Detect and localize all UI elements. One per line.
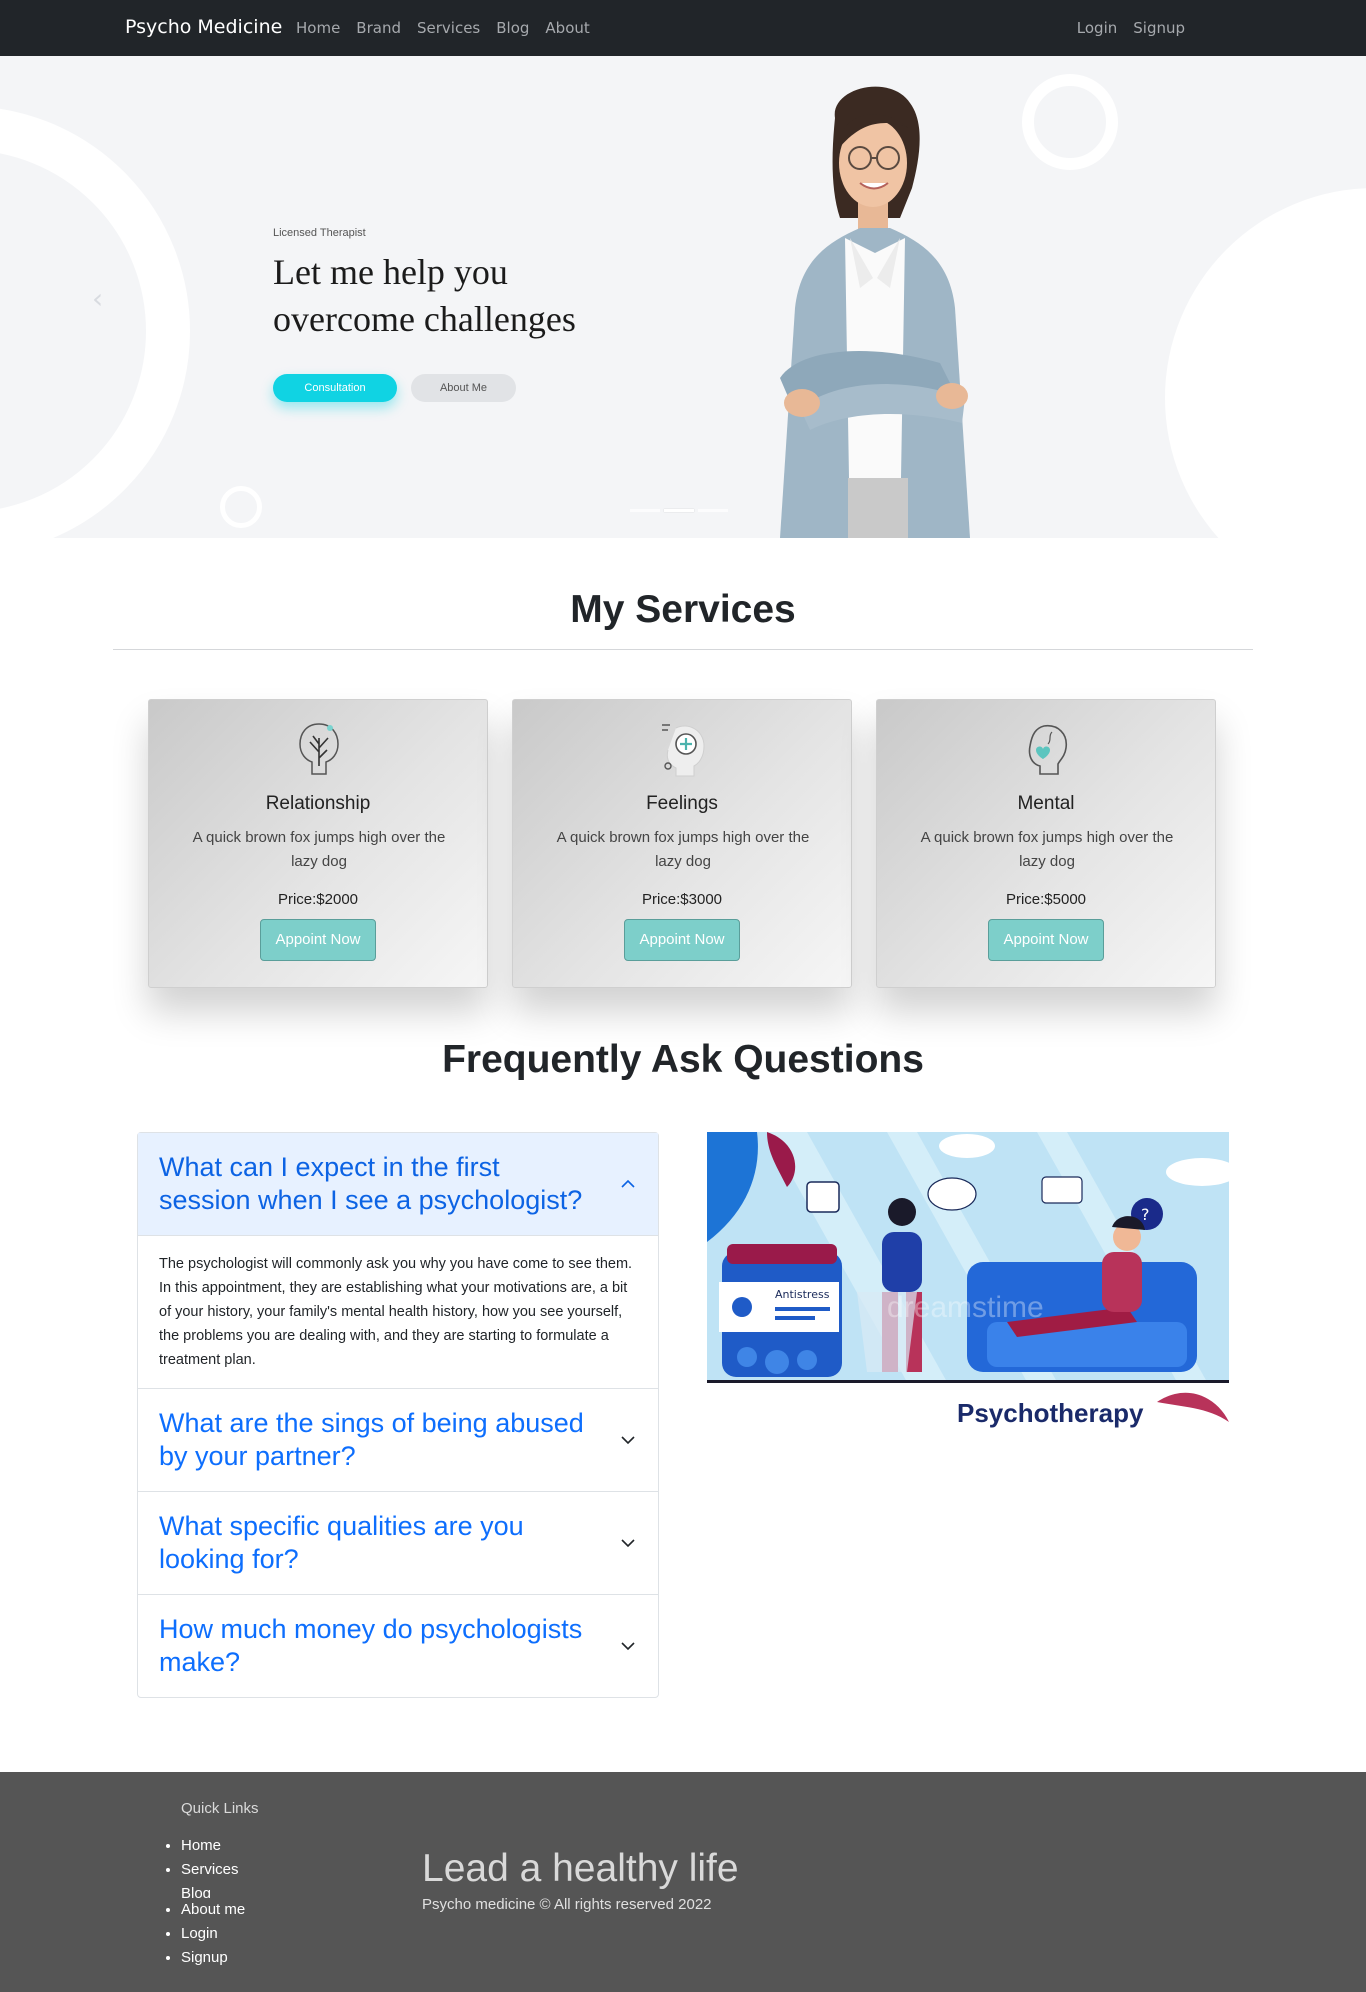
appoint-now-button[interactable]: Appoint Now (260, 919, 376, 961)
footer-link-login[interactable]: Login (181, 1922, 245, 1946)
svg-text:?: ? (1141, 1205, 1150, 1224)
chevron-down-icon (621, 1539, 635, 1548)
hero-kicker: Licensed Therapist (273, 227, 366, 239)
nav-link-services[interactable]: Services (417, 19, 480, 37)
tree-head-icon (299, 723, 339, 775)
watermark-text: dreamstime (887, 1291, 1044, 1324)
faq-question: What specific qualities are you looking … (159, 1511, 524, 1574)
card-title: Feelings (646, 793, 718, 814)
card-description: A quick brown fox jumps high over the la… (920, 829, 1174, 870)
faq-question: How much money do psychologists make? (159, 1614, 583, 1677)
services-heading: My Services (570, 588, 796, 631)
chevron-left-icon[interactable]: ‹ (92, 282, 103, 315)
faq-accordion: What can I expect in the first session w… (137, 1132, 659, 1698)
consultation-button[interactable]: Consultation (273, 374, 397, 402)
therapist-photo (780, 86, 970, 538)
faq-item: How much money do psychologists make? (138, 1595, 658, 1697)
quick-links-title: Quick Links (181, 1800, 259, 1817)
footer-link-blog[interactable]: Blog (181, 1882, 245, 1898)
navbar: Psycho Medicine Home Brand Services Blog… (0, 0, 1366, 56)
psychotherapy-illustration: Antistress ? Psychotherapy dreamstime (707, 1132, 1229, 1437)
decor-circle (0, 106, 190, 538)
faq-item: What are the sings of being abused by yo… (138, 1389, 658, 1492)
faq-item: What specific qualities are you looking … (138, 1492, 658, 1595)
card-description: A quick brown fox jumps high over the la… (192, 829, 446, 870)
faq-answer: The psychologist will commonly ask you w… (159, 1256, 633, 1368)
card-price: Price:$2000 (277, 891, 359, 908)
card-title: Mental (1017, 793, 1075, 814)
divider (113, 649, 1253, 650)
service-card-feelings: Feelings A quick brown fox jumps high ov… (512, 699, 852, 988)
quick-links-list: Home Services Blog About me Login Signup (181, 1834, 245, 1970)
faq-heading: Frequently Ask Questions (442, 1038, 924, 1081)
copyright-text: Psycho medicine © All rights reserved 20… (422, 1896, 712, 1913)
decor-circle (1165, 188, 1366, 538)
carousel-indicators (630, 509, 728, 512)
faq-question: What can I expect in the first session w… (159, 1152, 583, 1215)
nav-auth: Login Signup (1077, 19, 1185, 37)
decor-ring (1022, 74, 1118, 170)
about-me-button[interactable]: About Me (411, 374, 516, 402)
faq-question-button[interactable]: What can I expect in the first session w… (138, 1133, 658, 1236)
card-price: Price:$5000 (1005, 891, 1087, 908)
hero-title: Let me help you overcome challenges (273, 252, 576, 339)
nav-link-brand[interactable]: Brand (356, 19, 401, 37)
nav-link-home[interactable]: Home (296, 19, 340, 37)
chevron-down-icon (621, 1436, 635, 1445)
card-title: Relationship (265, 793, 371, 814)
brand-logo[interactable]: Psycho Medicine (125, 16, 282, 38)
chevron-down-icon (621, 1642, 635, 1651)
faq-question-button[interactable]: How much money do psychologists make? (138, 1595, 658, 1697)
head-plus-icon (662, 724, 705, 777)
carousel-indicator-active[interactable] (664, 509, 694, 512)
jar-label: Antistress (775, 1288, 830, 1301)
chevron-up-icon (621, 1179, 635, 1188)
faq-item: What can I expect in the first session w… (138, 1133, 658, 1389)
login-link[interactable]: Login (1077, 19, 1117, 37)
signup-link[interactable]: Signup (1133, 19, 1185, 37)
footer-tagline: Lead a healthy life (422, 1847, 739, 1890)
nav-link-about[interactable]: About (545, 19, 589, 37)
decor-ring (220, 486, 262, 528)
footer-link-signup[interactable]: Signup (181, 1946, 245, 1970)
head-heart-icon (1028, 724, 1068, 775)
card-price: Price:$3000 (641, 891, 723, 908)
faq-question: What are the sings of being abused by yo… (159, 1408, 584, 1471)
appoint-now-button[interactable]: Appoint Now (624, 919, 740, 961)
footer-link-about[interactable]: About me (181, 1898, 245, 1922)
service-card-relationship: Relationship A quick brown fox jumps hig… (148, 699, 488, 988)
footer: Quick Links Home Services Blog About me … (0, 1772, 1366, 1992)
carousel-indicator[interactable] (630, 509, 660, 512)
service-card-mental: Mental A quick brown fox jumps high over… (876, 699, 1216, 988)
footer-link-home[interactable]: Home (181, 1834, 245, 1858)
carousel-indicator[interactable] (698, 509, 728, 512)
faq-question-button[interactable]: What specific qualities are you looking … (138, 1492, 658, 1594)
faq-question-button[interactable]: What are the sings of being abused by yo… (138, 1389, 658, 1491)
hero-carousel: ‹ Licensed Therapist Let me help you ove… (0, 56, 1366, 538)
illustration-caption: Psychotherapy (957, 1398, 1144, 1428)
appoint-now-button[interactable]: Appoint Now (988, 919, 1104, 961)
nav-link-blog[interactable]: Blog (496, 19, 529, 37)
card-description: A quick brown fox jumps high over the la… (556, 829, 810, 870)
footer-link-services[interactable]: Services (181, 1858, 245, 1882)
nav-links: Home Brand Services Blog About (296, 19, 590, 37)
